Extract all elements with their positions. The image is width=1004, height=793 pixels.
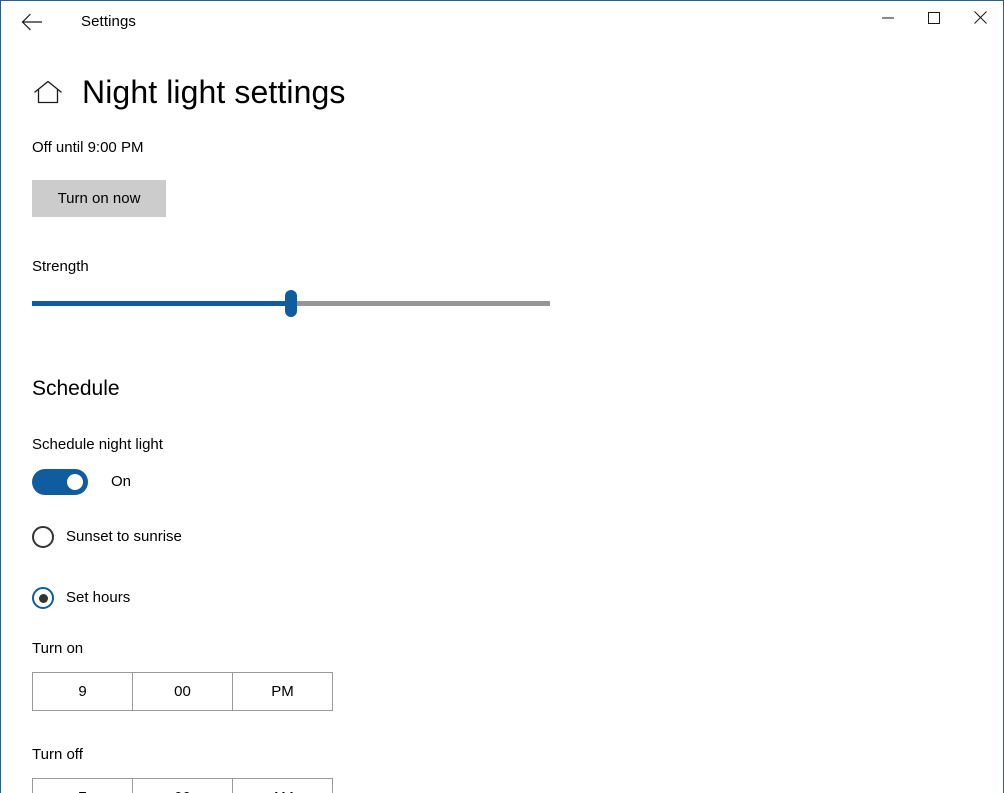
night-light-status: Off until 9:00 PM: [32, 139, 144, 156]
turn-on-time-label: Turn on: [32, 640, 84, 657]
turn-on-now-button[interactable]: Turn on now: [32, 180, 166, 217]
minimize-button[interactable]: [865, 1, 911, 34]
slider-track-remaining: [291, 301, 550, 306]
caption-button-group: [865, 1, 1003, 34]
turn-off-minute-field[interactable]: 00: [132, 778, 233, 793]
radio-label-set-hours: Set hours: [66, 589, 131, 606]
strength-label: Strength: [32, 258, 89, 275]
radio-option-sunset-to-sunrise[interactable]: Sunset to sunrise: [32, 524, 182, 550]
back-arrow-icon: [21, 13, 43, 31]
radio-icon-unselected: [32, 526, 54, 548]
schedule-night-light-label: Schedule night light: [32, 436, 163, 453]
settings-page-body: Night light settings Off until 9:00 PM T…: [1, 43, 1003, 793]
page-title: Night light settings: [82, 74, 346, 110]
turn-on-time-fields: 9 00 PM: [32, 672, 333, 711]
close-button[interactable]: [957, 1, 1003, 34]
maximize-button[interactable]: [911, 1, 957, 34]
window-title: Settings: [81, 13, 136, 30]
turn-on-hour-field[interactable]: 9: [32, 672, 133, 711]
home-icon[interactable]: [32, 76, 64, 108]
settings-window: Settings Night light settings Off until …: [0, 0, 1004, 793]
slider-track-filled: [32, 301, 291, 306]
turn-off-time-fields: 7 00 AM: [32, 778, 333, 793]
slider-thumb[interactable]: [285, 290, 297, 317]
close-icon: [973, 11, 987, 24]
minimize-icon: [882, 12, 894, 24]
radio-option-set-hours[interactable]: Set hours: [32, 585, 130, 611]
turn-off-time-label: Turn off: [32, 746, 83, 763]
radio-label-sunset-to-sunrise: Sunset to sunrise: [66, 528, 182, 545]
turn-on-minute-field[interactable]: 00: [132, 672, 233, 711]
radio-icon-selected: [32, 587, 54, 609]
back-button[interactable]: [10, 3, 54, 41]
radio-dot: [38, 593, 48, 603]
maximize-icon: [928, 11, 940, 24]
turn-on-meridiem-field[interactable]: PM: [232, 672, 333, 711]
page-header: Night light settings: [32, 68, 345, 116]
toggle-knob: [67, 474, 83, 490]
strength-slider[interactable]: [32, 288, 550, 320]
schedule-heading: Schedule: [32, 377, 120, 400]
turn-off-meridiem-field[interactable]: AM: [232, 778, 333, 793]
schedule-night-light-toggle[interactable]: [32, 469, 88, 495]
title-bar: Settings: [1, 1, 1003, 43]
turn-off-hour-field[interactable]: 7: [32, 778, 133, 793]
toggle-state-label: On: [111, 473, 132, 490]
schedule-toggle-row: On: [32, 469, 131, 495]
